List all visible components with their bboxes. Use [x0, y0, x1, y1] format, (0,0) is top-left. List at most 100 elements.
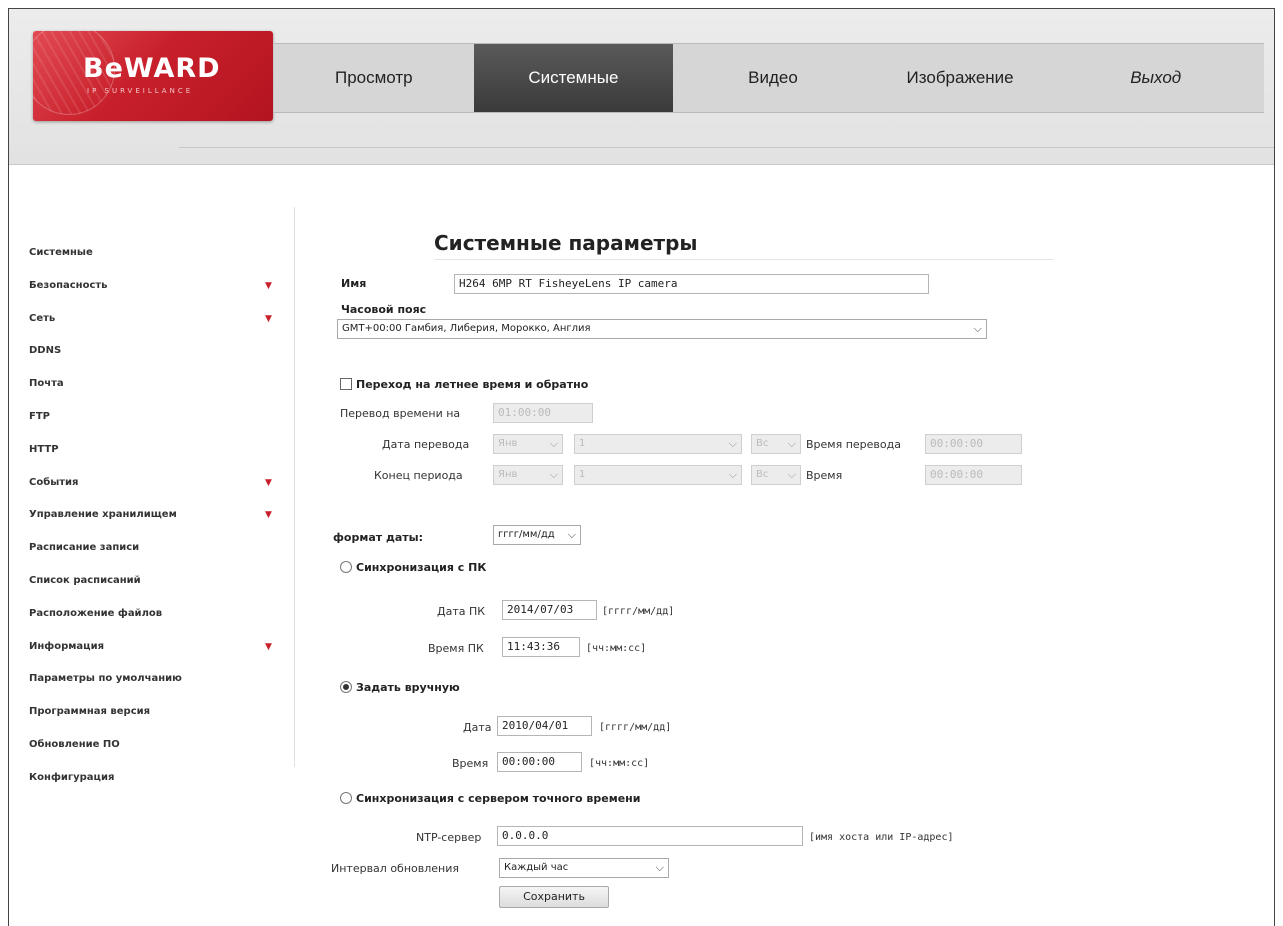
pc-date-hint: [гггг/мм/дд] [602, 606, 675, 617]
pc-time-label: Время ПК [428, 642, 484, 655]
chevron-down-icon: ⌵ [787, 468, 796, 481]
chevron-down-icon: ⌵ [549, 468, 558, 481]
sidebar-item-record-schedule[interactable]: Расписание записи [29, 532, 279, 565]
update-interval-select[interactable]: Каждый час ⌵ [499, 858, 669, 878]
sidebar-item-label: Конфигурация [29, 771, 115, 783]
submenu-arrow-icon: ▼ [265, 641, 272, 652]
timezone-value: GMT+00:00 Гамбия, Либерия, Морокко, Англ… [342, 323, 591, 334]
manual-time-input[interactable]: 00:00:00 [497, 752, 582, 772]
sidebar-item-file-location[interactable]: Расположение файлов [29, 598, 279, 631]
dst-checkbox[interactable] [340, 378, 352, 390]
dst-end-month-select[interactable]: Янв ⌵ [493, 465, 563, 485]
sidebar-item-label: Расположение файлов [29, 607, 163, 619]
submenu-arrow-icon: ▼ [265, 510, 272, 521]
sync-pc-label: Синхронизация с ПК [356, 561, 487, 574]
ntp-radio[interactable] [340, 792, 352, 804]
sidebar-item-label: Сеть [29, 312, 56, 324]
sidebar-item-firmware-update[interactable]: Обновление ПО [29, 729, 279, 762]
dst-end-week-select[interactable]: 1 ⌵ [574, 465, 742, 485]
sidebar-item-defaults[interactable]: Параметры по умолчанию [29, 663, 279, 696]
sidebar-item-label: Параметры по умолчанию [29, 673, 182, 685]
dst-end-day-select[interactable]: Вс ⌵ [751, 465, 801, 485]
sidebar-item-label: Расписание записи [29, 542, 140, 554]
chevron-down-icon: ⌵ [655, 861, 664, 874]
title-divider [434, 259, 1054, 260]
sidebar-item-label: FTP [29, 410, 50, 422]
dst-shift-label: Перевод времени на [340, 407, 461, 420]
dst-start-time-input[interactable]: 00:00:00 [925, 434, 1022, 454]
dst-start-time-label: Время перевода [806, 438, 901, 451]
dst-end-day-value: Вс [756, 469, 769, 480]
sidebar-item-events[interactable]: События ▼ [29, 467, 279, 500]
chevron-down-icon: ⌵ [728, 437, 737, 450]
chevron-down-icon: ⌵ [567, 528, 576, 541]
brand-name: BeWARD [83, 53, 221, 84]
manual-radio[interactable] [340, 681, 352, 693]
submenu-arrow-icon: ▼ [265, 280, 272, 291]
sidebar-item-label: Почта [29, 378, 64, 390]
save-button[interactable]: Сохранить [499, 886, 609, 908]
sidebar-item-label: Информация [29, 640, 104, 652]
sidebar-item-ftp[interactable]: FTP [29, 401, 279, 434]
dst-end-week-value: 1 [579, 469, 586, 480]
dst-start-month-select[interactable]: Янв ⌵ [493, 434, 563, 454]
chevron-down-icon: ⌵ [728, 468, 737, 481]
sidebar-item-network[interactable]: Сеть ▼ [29, 303, 279, 336]
sidebar-item-storage[interactable]: Управление хранилищем ▼ [29, 499, 279, 532]
sidebar-divider [294, 207, 295, 767]
sidebar-item-configuration[interactable]: Конфигурация [29, 762, 279, 795]
manual-date-input[interactable]: 2010/04/01 [497, 716, 592, 736]
sidebar-item-system[interactable]: Системные [29, 237, 279, 270]
sidebar-item-firmware-version[interactable]: Программная версия [29, 696, 279, 729]
browser-frame: BeWARD IP SURVEILLANCE Просмотр Системны… [8, 8, 1275, 926]
sidebar-item-schedule-list[interactable]: Список расписаний [29, 565, 279, 598]
sidebar-item-ddns[interactable]: DDNS [29, 335, 279, 368]
page-title: Системные параметры [434, 231, 698, 255]
pc-time-input[interactable]: 11:43:36 [502, 637, 580, 657]
sidebar-item-info[interactable]: Информация ▼ [29, 631, 279, 664]
main-content: Системные параметры Имя H264 6MP RT Fish… [319, 9, 1269, 926]
brand-logo[interactable]: BeWARD IP SURVEILLANCE [33, 31, 273, 121]
name-input[interactable]: H264 6MP RT FisheyeLens IP camera [454, 274, 929, 294]
dst-start-day-select[interactable]: Вс ⌵ [751, 434, 801, 454]
dst-label: Переход на летнее время и обратно [356, 378, 589, 391]
sidebar-item-label: DDNS [29, 345, 62, 357]
dst-end-month-value: Янв [498, 469, 518, 480]
dst-end-time-label: Время [806, 469, 843, 482]
name-label: Имя [341, 277, 367, 290]
sidebar-item-label: События [29, 476, 79, 488]
dst-start-week-select[interactable]: 1 ⌵ [574, 434, 742, 454]
date-format-value: гггг/мм/дд [498, 529, 555, 540]
submenu-arrow-icon: ▼ [265, 313, 272, 324]
dst-end-time-input[interactable]: 00:00:00 [925, 465, 1022, 485]
pc-date-label: Дата ПК [437, 605, 486, 618]
ntp-server-label: NTP-сервер [416, 831, 482, 844]
date-format-select[interactable]: гггг/мм/дд ⌵ [493, 525, 581, 545]
chevron-down-icon: ⌵ [787, 437, 796, 450]
sidebar-item-label: Системные [29, 247, 93, 258]
sidebar: Системные Безопасность ▼ Сеть ▼ DDNS Почта… [29, 207, 295, 795]
sidebar-item-mail[interactable]: Почта [29, 368, 279, 401]
manual-time-hint: [чч:мм:сс] [589, 758, 650, 769]
sidebar-item-label: Управление хранилищем [29, 509, 177, 521]
dst-start-week-value: 1 [579, 438, 586, 449]
ntp-label: Синхронизация с сервером точного времени [356, 792, 641, 805]
timezone-label: Часовой пояс [341, 303, 427, 316]
pc-date-input[interactable]: 2014/07/03 [502, 600, 597, 620]
dst-shift-input[interactable]: 01:00:00 [493, 403, 593, 423]
pc-time-hint: [чч:мм:сс] [586, 643, 647, 654]
manual-label: Задать вручную [356, 681, 460, 694]
sync-pc-radio[interactable] [340, 561, 352, 573]
sidebar-item-security[interactable]: Безопасность ▼ [29, 270, 279, 303]
sidebar-item-label: Безопасность [29, 279, 108, 291]
sidebar-item-label: Список расписаний [29, 574, 141, 586]
sidebar-item-label: HTTP [29, 443, 59, 455]
chevron-down-icon: ⌵ [973, 322, 982, 335]
timezone-select[interactable]: GMT+00:00 Гамбия, Либерия, Морокко, Англ… [337, 319, 987, 339]
manual-date-hint: [гггг/мм/дд] [599, 722, 672, 733]
dst-start-month-value: Янв [498, 438, 518, 449]
dst-end-label: Конец периода [374, 469, 463, 482]
sidebar-item-http[interactable]: HTTP [29, 434, 279, 467]
ntp-server-input[interactable]: 0.0.0.0 [497, 826, 803, 846]
ntp-server-hint: [имя хоста или IP-адрес] [809, 832, 954, 843]
